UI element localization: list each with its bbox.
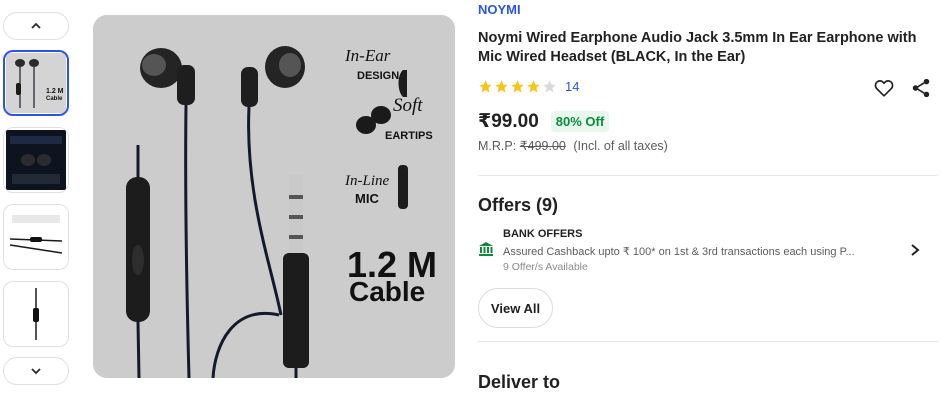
star-icon: [527, 80, 540, 93]
svg-text:Cable: Cable: [46, 96, 63, 102]
feature-mic-text: MIC: [355, 191, 379, 206]
thumbnail-image: [6, 130, 66, 190]
gallery-scroll-down-button[interactable]: [3, 357, 69, 385]
chevron-down-icon: [31, 368, 41, 375]
share-icon[interactable]: [910, 77, 932, 99]
thumbnail-3[interactable]: [3, 204, 69, 270]
divider: [478, 175, 938, 176]
offer-description: Assured Cashback upto ₹ 100* on 1st & 3r…: [503, 246, 855, 258]
thumbnail-rail: 1.2 M Cable: [3, 12, 71, 385]
star-icon: [511, 80, 524, 93]
feature-eartips-text: EARTIPS: [385, 130, 433, 142]
cable-word-text: Cable: [349, 276, 425, 307]
feature-design-text: DESIGN: [357, 70, 399, 82]
feature-in-ear-text: In-Ear: [344, 46, 391, 65]
mrp-label: M.R.P:: [478, 139, 517, 153]
view-all-offers-button[interactable]: View All: [478, 288, 553, 328]
feature-soft-text: Soft: [393, 95, 423, 116]
offer-count: 9 Offer/s Available: [503, 261, 588, 273]
divider: [478, 341, 938, 342]
bank-icon: [479, 242, 493, 256]
svg-text:1.2 M: 1.2 M: [46, 88, 64, 95]
thumbnail-2[interactable]: [3, 127, 69, 193]
chevron-up-icon: [31, 22, 41, 29]
thumbnail-image: [6, 284, 66, 344]
star-icon: [495, 80, 508, 93]
main-product-image[interactable]: In-Ear DESIGN Soft EARTIPS In-Line MIC 1…: [93, 15, 455, 378]
brand-name[interactable]: NOYMI: [478, 2, 521, 17]
tax-note: (Incl. of all taxes): [573, 139, 668, 153]
selling-price: ₹99.00: [478, 111, 539, 132]
rating-count[interactable]: 14: [565, 79, 579, 94]
price-row: ₹99.00 80% Off: [478, 110, 610, 133]
chevron-right-icon[interactable]: [909, 243, 921, 257]
heart-icon[interactable]: [873, 77, 895, 99]
thumbnail-image: 1.2 M Cable: [6, 53, 66, 113]
mrp-value: ₹499.00: [519, 139, 566, 153]
gallery-scroll-up-button[interactable]: [3, 12, 69, 40]
offer-type: BANK OFFERS: [503, 228, 583, 240]
bank-offer-item[interactable]: BANK OFFERS Assured Cashback upto ₹ 100*…: [478, 228, 928, 274]
product-title: Noymi Wired Earphone Audio Jack 3.5mm In…: [478, 30, 917, 65]
thumbnail-image: [6, 207, 66, 267]
star-rating: [478, 79, 557, 94]
offers-heading: Offers (9): [478, 195, 559, 215]
rating-row[interactable]: 14: [478, 79, 579, 94]
earphone-image: In-Ear DESIGN Soft EARTIPS In-Line MIC 1…: [93, 15, 455, 378]
star-icon: [479, 80, 492, 93]
deliver-to-heading: Deliver to: [478, 372, 561, 392]
thumbnail-4[interactable]: [3, 281, 69, 347]
mrp-row: M.R.P: ₹499.00 (Incl. of all taxes): [478, 138, 668, 153]
thumbnail-1[interactable]: 1.2 M Cable: [3, 50, 69, 116]
feature-inline-text: In-Line: [344, 173, 390, 189]
discount-badge: 80% Off: [550, 111, 610, 132]
star-empty-icon: [543, 80, 556, 93]
